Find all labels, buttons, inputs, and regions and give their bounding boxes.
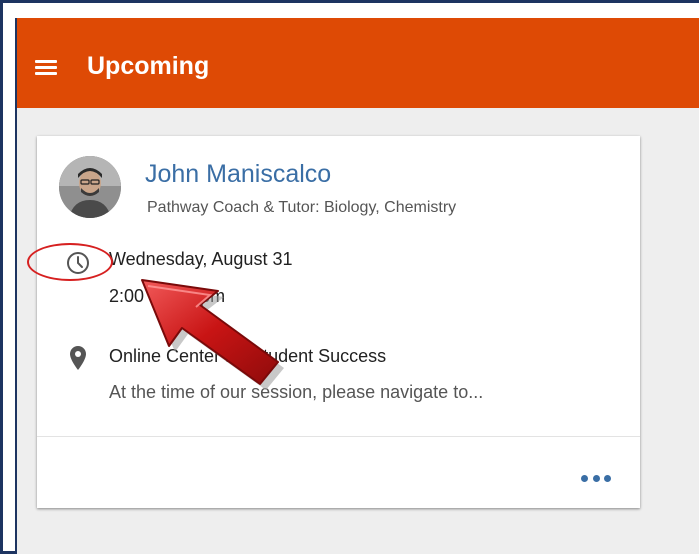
annotation-circle: [27, 243, 113, 281]
screenshot-frame: Upcoming John Maniscalco Pathway Coach &…: [0, 0, 699, 554]
more-options-button[interactable]: [579, 469, 613, 487]
coach-name-link[interactable]: John Maniscalco: [145, 160, 331, 189]
app-window: Upcoming John Maniscalco Pathway Coach &…: [15, 18, 699, 554]
more-horizontal-icon: [581, 474, 588, 482]
app-bar: Upcoming: [17, 18, 699, 108]
annotation-arrow: [141, 279, 284, 390]
map-pin-icon: [69, 345, 87, 371]
hamburger-menu-icon[interactable]: [35, 60, 57, 76]
page-title: Upcoming: [87, 52, 210, 80]
coach-role: Pathway Coach & Tutor: Biology, Chemistr…: [147, 199, 457, 216]
avatar: [59, 156, 121, 218]
card-divider: [37, 436, 640, 437]
